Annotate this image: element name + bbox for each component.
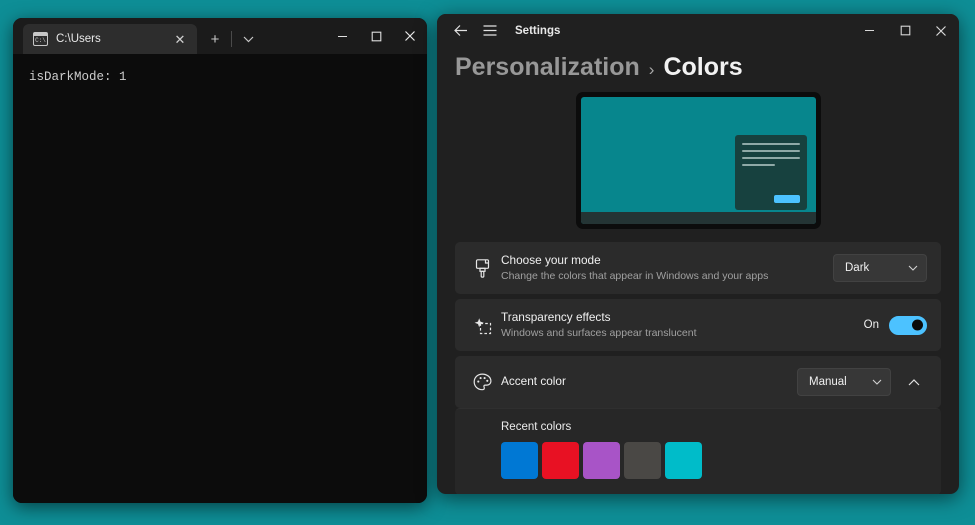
breadcrumb-parent-link[interactable]: Personalization — [455, 53, 640, 82]
preview-text-line — [741, 164, 776, 166]
terminal-tab-title: C:\Users — [56, 33, 101, 45]
back-arrow-icon — [453, 25, 467, 36]
color-swatch-gray[interactable] — [624, 442, 661, 479]
preview-text-line — [741, 157, 800, 159]
accent-color-expander-button[interactable] — [901, 369, 927, 395]
setting-control-area: On — [863, 315, 927, 335]
setting-row-accent-color[interactable]: Accent color Manual — [455, 356, 941, 408]
plus-icon: + — [210, 30, 220, 48]
chevron-down-icon — [872, 379, 882, 385]
setting-row-transparency-effects[interactable]: Transparency effects Windows and surface… — [455, 299, 941, 351]
preview-taskbar — [580, 212, 816, 224]
settings-app-title: Settings — [515, 24, 561, 37]
chevron-down-icon — [243, 36, 253, 42]
settings-window-controls — [851, 14, 959, 47]
accent-color-expanded-panel: Recent colors — [455, 408, 941, 494]
setting-subtitle: Change the colors that appear in Windows… — [501, 269, 769, 282]
settings-window[interactable]: Settings Personalization › Colors Choose… — [437, 14, 959, 494]
new-tab-button[interactable]: + — [201, 24, 229, 54]
minimize-icon — [337, 35, 347, 37]
choose-your-mode-dropdown[interactable]: Dark — [833, 254, 927, 282]
page-title: Colors — [663, 53, 743, 81]
setting-title: Transparency effects — [501, 309, 611, 324]
setting-title: Accent color — [501, 374, 566, 389]
color-swatch-cyan[interactable] — [665, 442, 702, 479]
palette-icon-glyph — [473, 373, 492, 391]
terminal-tab[interactable]: C:\ C:\Users ✕ — [23, 24, 197, 54]
close-button[interactable] — [393, 18, 427, 54]
terminal-output-line: isDarkMode: 1 — [29, 70, 127, 84]
setting-text-block: Choose your mode Change the colors that … — [497, 253, 833, 283]
terminal-titlebar[interactable]: C:\ C:\Users ✕ + — [13, 18, 427, 54]
recent-colors-swatch-list — [469, 442, 927, 479]
setting-control-area: Manual — [797, 368, 927, 396]
setting-title: Choose your mode — [501, 252, 601, 267]
close-button[interactable] — [923, 14, 959, 47]
preview-accent-button — [773, 195, 800, 203]
paintbrush-icon — [467, 258, 497, 278]
toggle-state-label: On — [863, 319, 879, 331]
setting-row-choose-your-mode[interactable]: Choose your mode Change the colors that … — [455, 242, 941, 294]
breadcrumb: Personalization › Colors — [437, 47, 959, 92]
close-icon — [936, 25, 946, 36]
setting-subtitle: Windows and surfaces appear translucent — [501, 326, 697, 339]
close-icon[interactable]: ✕ — [169, 28, 191, 50]
setting-text-block: Transparency effects Windows and surface… — [497, 310, 864, 340]
close-icon — [405, 31, 415, 41]
toggle-knob — [912, 319, 923, 331]
preview-text-line — [741, 143, 800, 145]
minimize-button[interactable] — [851, 14, 887, 47]
hamburger-menu-icon — [483, 25, 497, 36]
maximize-button[interactable] — [887, 14, 923, 47]
minimize-icon — [864, 29, 874, 32]
chevron-up-icon — [908, 378, 920, 385]
minimize-button[interactable] — [325, 18, 359, 54]
dropdown-value: Dark — [845, 262, 870, 274]
transparency-icon-glyph — [474, 317, 491, 334]
transparency-icon — [467, 316, 497, 335]
navigation-menu-button[interactable] — [475, 17, 505, 45]
preview-text-line — [741, 150, 800, 152]
preview-desktop — [580, 97, 816, 224]
dropdown-value: Manual — [809, 376, 847, 388]
recent-colors-label: Recent colors — [501, 421, 572, 433]
paintbrush-icon-glyph — [475, 258, 489, 278]
setting-text-block: Accent color — [497, 374, 797, 390]
command-prompt-icon-glyph: C:\ — [35, 36, 46, 44]
breadcrumb-separator-icon: › — [648, 60, 655, 79]
maximize-icon — [371, 31, 381, 41]
preview-app-window — [734, 135, 807, 210]
back-button[interactable] — [445, 17, 475, 45]
palette-icon — [467, 373, 497, 391]
maximize-icon — [900, 25, 910, 36]
transparency-effects-toggle[interactable] — [889, 315, 927, 335]
command-prompt-icon: C:\ — [33, 32, 48, 46]
setting-control-area: Dark — [833, 254, 927, 282]
color-swatch-purple[interactable] — [583, 442, 620, 479]
terminal-tab-dropdown-button[interactable] — [234, 24, 262, 54]
terminal-output-area[interactable]: isDarkMode: 1 — [13, 54, 427, 503]
color-swatch-red[interactable] — [542, 442, 579, 479]
color-preview-card — [575, 92, 821, 229]
accent-color-mode-dropdown[interactable]: Manual — [797, 368, 891, 396]
terminal-window-controls — [325, 18, 427, 54]
chevron-down-icon — [908, 265, 918, 271]
settings-titlebar[interactable]: Settings — [437, 14, 959, 47]
color-swatch-blue[interactable] — [501, 442, 538, 479]
settings-content-area: Choose your mode Change the colors that … — [437, 92, 959, 494]
maximize-button[interactable] — [359, 18, 393, 54]
terminal-toolbar-divider — [231, 31, 232, 47]
terminal-window[interactable]: C:\ C:\Users ✕ + isDarkMode: 1 — [13, 18, 427, 503]
